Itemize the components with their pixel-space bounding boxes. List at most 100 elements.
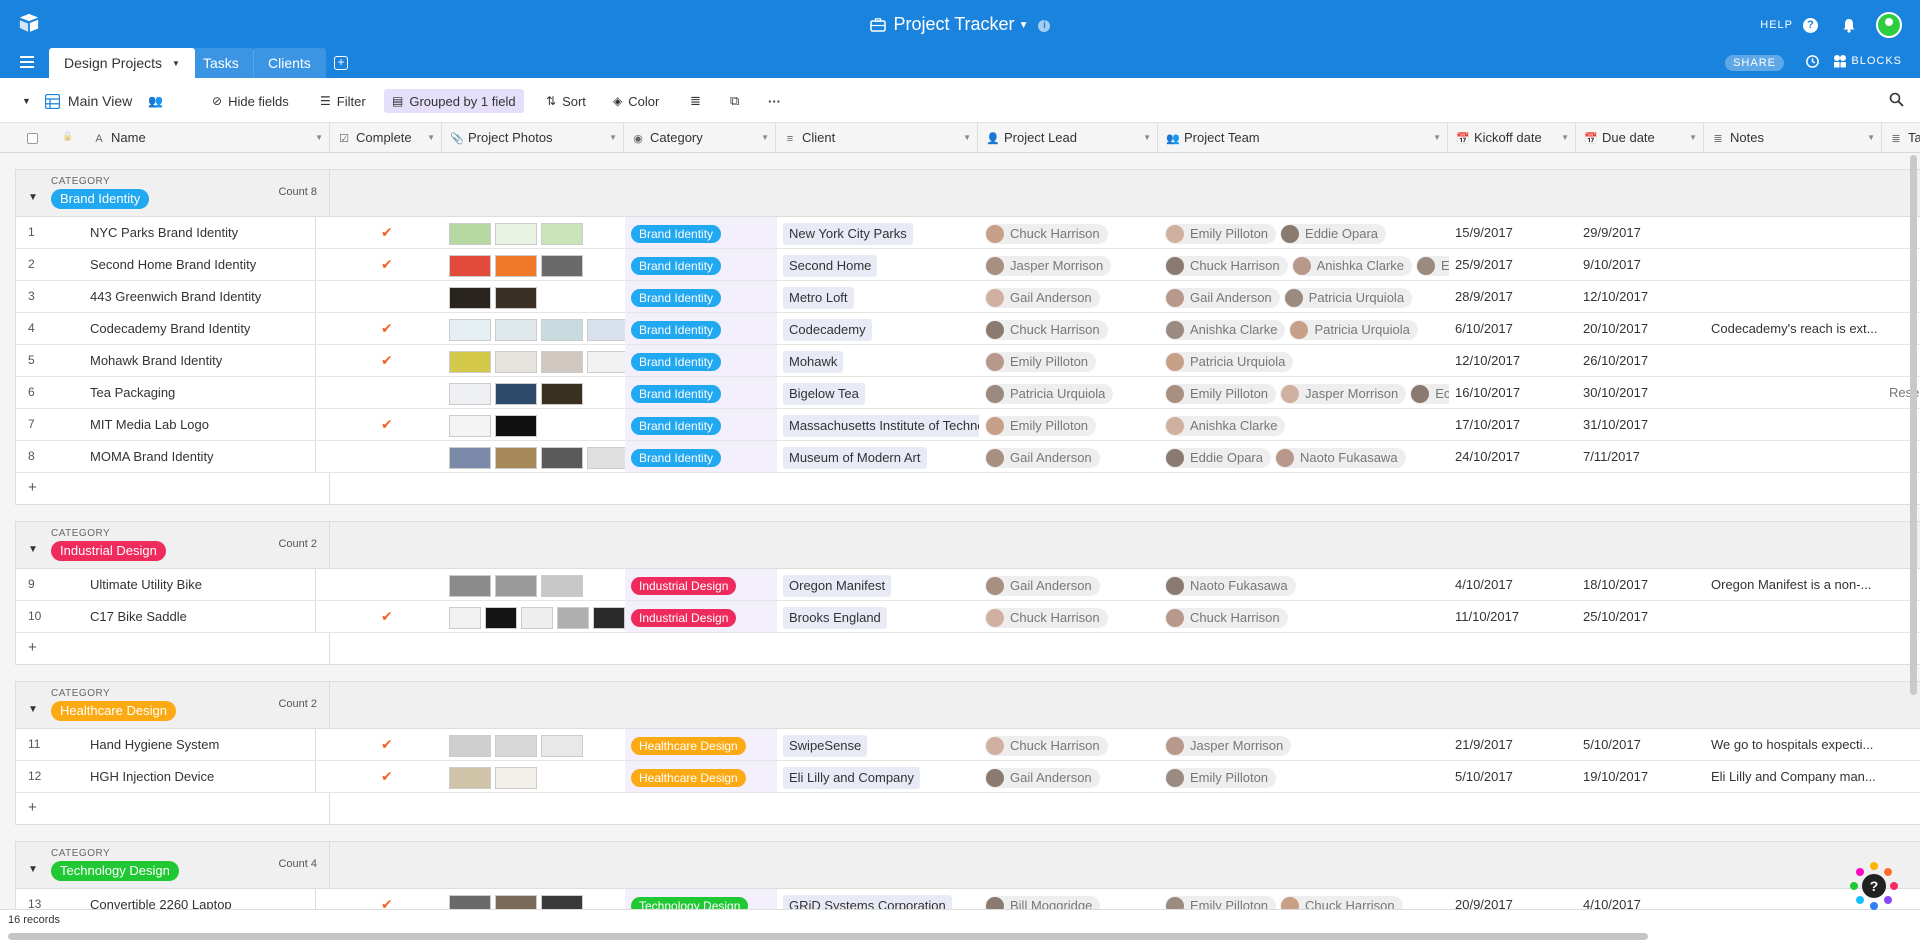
project-lead-cell[interactable]: Gail Anderson [979, 281, 1159, 312]
notes-cell[interactable] [1705, 601, 1883, 632]
photo-thumbnail[interactable] [495, 254, 537, 277]
project-team-cell[interactable]: Chuck Harrison Anishka Clarke Ec [1159, 249, 1449, 280]
project-lead-cell[interactable]: Jasper Morrison [979, 249, 1159, 280]
complete-checkbox[interactable]: ✔ [331, 889, 443, 909]
project-lead-cell[interactable]: Chuck Harrison [979, 729, 1159, 760]
help-widget-icon[interactable]: ? [1848, 860, 1900, 912]
photo-thumbnail[interactable] [485, 606, 517, 629]
photo-thumbnail[interactable] [541, 894, 583, 909]
client-link-chip[interactable]: Brooks England [783, 606, 887, 629]
kickoff-date[interactable]: 11/10/2017 [1449, 601, 1577, 632]
view-switcher[interactable]: ▼ Main View 👥 [22, 91, 163, 111]
photo-thumbnail[interactable] [449, 222, 491, 245]
kickoff-date[interactable]: 20/9/2017 [1449, 889, 1577, 909]
column-header-project-photos[interactable]: 📎 Project Photos ▼ [442, 123, 624, 153]
column-header-name[interactable]: A Name ▼ [85, 123, 330, 153]
due-date[interactable]: 7/11/2017 [1577, 441, 1705, 472]
column-header-kickoff-date[interactable]: 📅 Kickoff date ▼ [1448, 123, 1576, 153]
column-header-notes[interactable]: ≣ Notes ▼ [1704, 123, 1882, 153]
hamburger-menu-icon[interactable] [20, 56, 34, 68]
category-cell[interactable]: Brand Identity [625, 409, 777, 440]
kickoff-date[interactable]: 16/10/2017 [1449, 377, 1577, 408]
collaborator-chip[interactable]: Chuck Harrison [985, 735, 1108, 756]
table-row[interactable]: 5 Mohawk Brand Identity ✔ Brand Identity Moh… [15, 345, 1920, 377]
photo-thumbnail[interactable] [449, 318, 491, 341]
add-icon[interactable]: + [28, 639, 37, 656]
chevron-down-icon[interactable]: ▼ [1019, 20, 1029, 31]
sort-button[interactable]: ⇅ Sort [546, 91, 586, 111]
table-row[interactable]: 9 Ultimate Utility Bike Industrial Design O… [15, 569, 1920, 601]
collaborator-chip[interactable]: Emily Pilloton [985, 415, 1097, 436]
client-link-chip[interactable]: New York City Parks [783, 222, 913, 245]
photo-thumbnail[interactable] [541, 446, 583, 469]
client-link-chip[interactable]: Eli Lilly and Company [783, 766, 921, 789]
add-record-row[interactable]: + [15, 793, 1920, 825]
project-lead-cell[interactable]: Emily Pilloton [979, 409, 1159, 440]
color-button[interactable]: ◈ Color [613, 91, 659, 111]
client-cell[interactable]: Museum of Modern Art [777, 441, 979, 472]
project-team-cell[interactable]: Chuck Harrison [1159, 601, 1449, 632]
project-photos[interactable] [443, 569, 625, 600]
category-cell[interactable]: Brand Identity [625, 249, 777, 280]
photo-thumbnail[interactable] [495, 318, 537, 341]
share-button[interactable]: SHARE [1725, 55, 1784, 71]
project-photos[interactable] [443, 345, 625, 376]
photo-thumbnail[interactable] [495, 574, 537, 597]
collaborator-chip[interactable]: Emily Pilloton [1165, 895, 1277, 909]
photo-thumbnail[interactable] [495, 894, 537, 909]
client-link-chip[interactable]: Second Home [783, 254, 878, 277]
project-lead-cell[interactable]: Gail Anderson [979, 761, 1159, 792]
chevron-down-icon[interactable]: ▼ [315, 123, 323, 153]
photo-thumbnail[interactable] [495, 446, 537, 469]
photo-thumbnail[interactable] [449, 446, 491, 469]
table-row[interactable]: 13 Convertible 2260 Laptop ✔ Technology Des… [15, 889, 1920, 909]
chevron-down-icon[interactable]: ▼ [761, 123, 769, 153]
photo-thumbnail[interactable] [449, 734, 491, 757]
category-cell[interactable]: Healthcare Design [625, 761, 777, 792]
kickoff-date[interactable]: 28/9/2017 [1449, 281, 1577, 312]
tab-design-projects[interactable]: Design Projects ▼ [49, 48, 195, 78]
column-header-client[interactable]: ≡ Client ▼ [776, 123, 978, 153]
project-team-cell[interactable]: Emily Pilloton Jasper Morrison Ec [1159, 377, 1449, 408]
client-link-chip[interactable]: Mohawk [783, 350, 844, 373]
due-date[interactable]: 26/10/2017 [1577, 345, 1705, 376]
chevron-down-icon[interactable]: ▼ [1143, 123, 1151, 153]
collapse-triangle-icon[interactable]: ▼ [28, 704, 38, 715]
record-name[interactable]: NYC Parks Brand Identity [84, 217, 316, 248]
photo-thumbnail[interactable] [495, 414, 537, 437]
collaborator-chip[interactable]: Emily Pilloton [985, 351, 1097, 372]
photo-thumbnail[interactable] [495, 734, 537, 757]
client-cell[interactable]: Eli Lilly and Company [777, 761, 979, 792]
table-row[interactable]: 8 MOMA Brand Identity Brand Identity Museum… [15, 441, 1920, 473]
collaborator-chip[interactable]: Chuck Harrison [1165, 255, 1288, 276]
photo-thumbnail[interactable] [495, 222, 537, 245]
category-cell[interactable]: Industrial Design [625, 601, 777, 632]
client-cell[interactable]: Massachusetts Institute of Technology [777, 409, 979, 440]
photo-thumbnail[interactable] [449, 574, 491, 597]
project-team-cell[interactable]: Naoto Fukasawa [1159, 569, 1449, 600]
add-record-row[interactable]: + [15, 473, 1920, 505]
group-header[interactable]: ▼ CATEGORY Technology Design Count 4 [15, 841, 1920, 889]
collaborator-chip[interactable]: Patricia Urquiola [1289, 319, 1418, 340]
client-link-chip[interactable]: Museum of Modern Art [783, 446, 927, 469]
notes-cell[interactable] [1705, 345, 1883, 376]
collaborator-chip[interactable]: Chuck Harrison [1165, 607, 1288, 628]
column-header-project-lead[interactable]: 👤 Project Lead ▼ [978, 123, 1158, 153]
project-photos[interactable] [443, 761, 625, 792]
collaborator-chip[interactable]: Gail Anderson [985, 767, 1100, 788]
photo-thumbnail[interactable] [541, 254, 583, 277]
table-row[interactable]: 2 Second Home Brand Identity ✔ Brand Identi… [15, 249, 1920, 281]
collaborator-chip[interactable]: Chuck Harrison [985, 607, 1108, 628]
due-date[interactable]: 31/10/2017 [1577, 409, 1705, 440]
collaborator-chip[interactable]: Chuck Harrison [985, 319, 1108, 340]
kickoff-date[interactable]: 12/10/2017 [1449, 345, 1577, 376]
project-lead-cell[interactable]: Gail Anderson [979, 569, 1159, 600]
chevron-down-icon[interactable]: ▼ [963, 123, 971, 153]
collapse-triangle-icon[interactable]: ▼ [28, 544, 38, 555]
project-team-cell[interactable]: Anishka Clarke Patricia Urquiola [1159, 313, 1449, 344]
chevron-down-icon[interactable]: ▼ [1689, 123, 1697, 153]
complete-checkbox[interactable]: ✔ [331, 345, 443, 376]
project-photos[interactable] [443, 409, 625, 440]
collaborator-chip[interactable]: Jasper Morrison [1280, 383, 1407, 404]
vertical-scrollbar[interactable] [1910, 155, 1917, 695]
